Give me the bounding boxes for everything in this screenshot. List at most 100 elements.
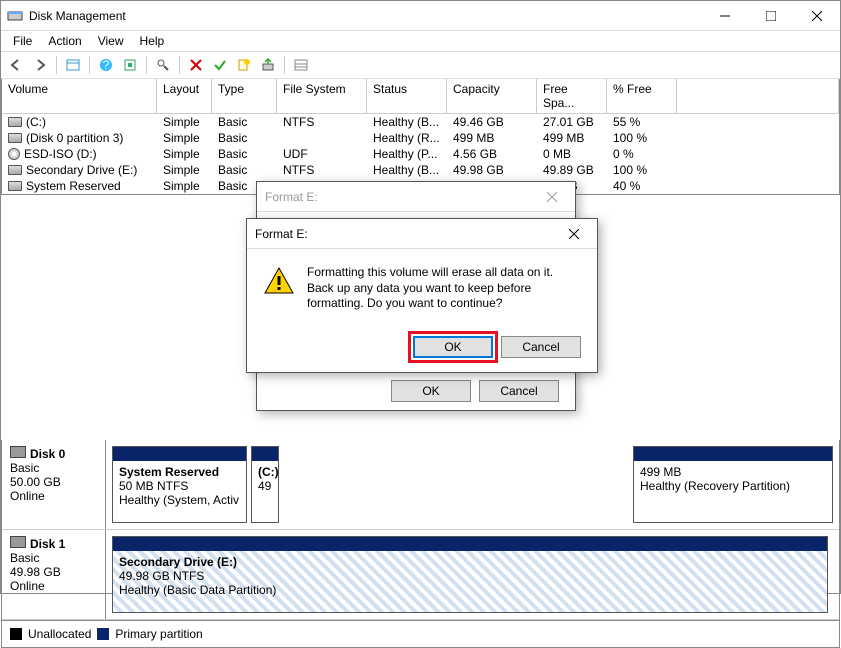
disk-type: Basic [10,551,97,565]
volume-type: Basic [212,162,277,178]
dialog-title: Format E: [265,190,537,204]
volume-pfree: 0 % [607,146,677,162]
dialog-body: Formatting this volume will erase all da… [247,249,597,328]
disk-name: Disk 0 [30,447,65,461]
dialog-message: Formatting this volume will erase all da… [307,265,581,312]
drive-icon [8,181,22,191]
volume-type: Basic [212,114,277,130]
volume-name: (C:) [26,115,46,129]
partition-size: 50 MB NTFS [119,479,240,493]
toolbar-separator [146,56,147,74]
new-button[interactable] [233,54,255,76]
window-title: Disk Management [29,9,702,23]
volume-status: Healthy (B... [367,114,447,130]
partition[interactable]: System Reserved 50 MB NTFS Healthy (Syst… [112,446,247,523]
partition-bar [252,447,278,461]
volume-free: 499 MB [537,130,607,146]
col-free[interactable]: Free Spa... [537,79,607,114]
partition[interactable]: Secondary Drive (E:) 49.98 GB NTFS Healt… [112,536,828,613]
menu-file[interactable]: File [5,32,40,50]
partition-bar [634,447,832,461]
back-button[interactable] [5,54,27,76]
close-icon[interactable] [537,182,567,212]
warning-icon [263,265,295,297]
maximize-button[interactable] [748,1,794,31]
partition-bar [113,537,827,551]
volume-layout: Simple [157,130,212,146]
delete-button[interactable] [185,54,207,76]
disk-size: 50.00 GB [10,475,97,489]
app-icon [7,8,23,24]
volume-pfree: 40 % [607,178,677,194]
cancel-button[interactable]: Cancel [501,336,581,358]
view-button[interactable] [62,54,84,76]
svg-text:?: ? [103,58,110,72]
mount-button[interactable] [257,54,279,76]
col-capacity[interactable]: Capacity [447,79,537,114]
disk-partitions: Secondary Drive (E:) 49.98 GB NTFS Healt… [106,530,839,619]
table-row[interactable]: Secondary Drive (E:)SimpleBasicNTFSHealt… [2,162,839,178]
dialog-titlebar[interactable]: Format E: [247,219,597,249]
check-button[interactable] [209,54,231,76]
minimize-button[interactable] [702,1,748,31]
table-row[interactable]: ESD-ISO (D:)SimpleBasicUDFHealthy (P...4… [2,146,839,162]
disk-icon [10,536,26,548]
table-row[interactable]: (C:)SimpleBasicNTFSHealthy (B...49.46 GB… [2,114,839,130]
partition-status: Healthy (Recovery Partition) [640,479,826,493]
volume-layout: Simple [157,178,212,194]
col-type[interactable]: Type [212,79,277,114]
volume-free: 49.89 GB [537,162,607,178]
menu-help[interactable]: Help [132,32,173,50]
ok-button[interactable]: OK [391,380,471,402]
partition[interactable]: 499 MB Healthy (Recovery Partition) [633,446,833,523]
partition-size: 499 MB [640,465,826,479]
refresh-button[interactable] [119,54,141,76]
partition-name: System Reserved [119,465,240,479]
toolbar: ? [1,51,840,79]
close-button[interactable] [794,1,840,31]
ok-button[interactable]: OK [413,336,493,358]
menubar: File Action View Help [1,31,840,51]
col-pfree[interactable]: % Free [607,79,677,114]
drive-icon [8,165,22,175]
close-icon[interactable] [559,219,589,249]
volume-layout: Simple [157,162,212,178]
disk-label[interactable]: Disk 1 Basic 49.98 GB Online [2,530,106,619]
forward-button[interactable] [29,54,51,76]
col-volume[interactable]: Volume [2,79,157,114]
disk-icon [10,446,26,458]
col-fs[interactable]: File System [277,79,367,114]
volume-fs [277,130,367,146]
col-spacer [677,79,839,114]
cancel-button[interactable]: Cancel [479,380,559,402]
partition-status: Healthy (System, Activ [119,493,240,507]
dialog-buttons: OK Cancel [247,328,597,372]
volume-capacity: 49.98 GB [447,162,537,178]
properties-button[interactable] [152,54,174,76]
menu-action[interactable]: Action [40,32,89,50]
list-button[interactable] [290,54,312,76]
partition-size: 49.98 GB NTFS [119,569,821,583]
titlebar: Disk Management [1,1,840,31]
disk-partitions: System Reserved 50 MB NTFS Healthy (Syst… [106,440,839,529]
partition-name: Secondary Drive (E:) [119,555,821,569]
cd-icon [8,148,20,160]
disk-label[interactable]: Disk 0 Basic 50.00 GB Online [2,440,106,529]
volume-capacity: 49.46 GB [447,114,537,130]
volume-fs: NTFS [277,114,367,130]
partition[interactable]: (C:) 49 [251,446,279,523]
toolbar-separator [56,56,57,74]
disk-status: Online [10,579,97,593]
menu-view[interactable]: View [90,32,132,50]
table-row[interactable]: (Disk 0 partition 3)SimpleBasicHealthy (… [2,130,839,146]
col-layout[interactable]: Layout [157,79,212,114]
legend-primary-label: Primary partition [115,627,202,641]
volume-name: Secondary Drive (E:) [26,163,137,177]
volume-pfree: 100 % [607,162,677,178]
disk-type: Basic [10,461,97,475]
dialog-titlebar[interactable]: Format E: [257,182,575,212]
col-status[interactable]: Status [367,79,447,114]
drive-icon [8,117,22,127]
help-button[interactable]: ? [95,54,117,76]
volume-pfree: 55 % [607,114,677,130]
